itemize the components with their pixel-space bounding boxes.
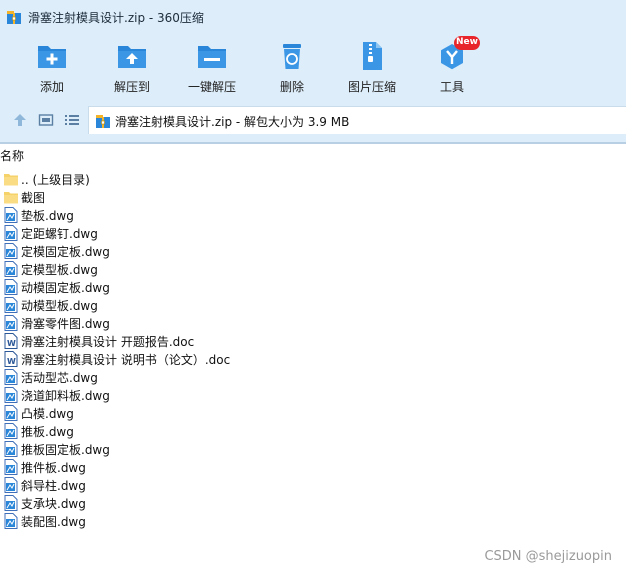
list-item[interactable]: 装配图.dwg	[0, 512, 626, 530]
file-name: 滑塞注射模具设计 开题报告.doc	[21, 335, 195, 349]
folder-icon	[4, 171, 18, 187]
list-item[interactable]: 定模型板.dwg	[0, 260, 626, 278]
list-item[interactable]: .. (上级目录)	[0, 170, 626, 188]
dwg-file-icon	[4, 369, 18, 385]
file-name: 动模固定板.dwg	[21, 281, 110, 295]
file-name: 定模型板.dwg	[21, 263, 98, 277]
file-name: 定模固定板.dwg	[21, 245, 110, 259]
delete-label: 删除	[279, 80, 304, 94]
extract-to-label: 解压到	[113, 80, 150, 94]
file-name: 支承块.dwg	[21, 497, 86, 511]
file-name: 凸模.dwg	[21, 407, 74, 421]
extract-to-button[interactable]: 解压到	[92, 38, 172, 96]
dwg-file-icon	[4, 405, 18, 421]
add-icon	[38, 46, 66, 68]
address-bar: 滑塞注射模具设计.zip - 解包大小为 3.9 MB	[0, 98, 626, 142]
address-field[interactable]: 滑塞注射模具设计.zip - 解包大小为 3.9 MB	[88, 106, 626, 134]
toolbar: 添加 解压到 一键解压 删除 图片压缩 New 工具	[0, 34, 626, 98]
file-name: .. (上级目录)	[21, 173, 90, 187]
file-name: 定距螺钉.dwg	[21, 227, 98, 241]
dwg-file-icon	[4, 225, 18, 241]
file-name: 推板固定板.dwg	[21, 443, 110, 457]
word-document-icon: W	[4, 333, 18, 349]
extract-to-icon	[118, 46, 146, 68]
list-item[interactable]: 凸模.dwg	[0, 404, 626, 422]
one-click-extract-label: 一键解压	[187, 80, 236, 94]
folder-icon	[4, 189, 18, 205]
dwg-file-icon	[4, 261, 18, 277]
word-document-icon: W	[4, 351, 18, 367]
file-name: 滑塞注射模具设计 说明书（论文）.doc	[21, 353, 231, 367]
dwg-file-icon	[4, 279, 18, 295]
image-compress-label: 图片压缩	[347, 80, 396, 94]
list-item[interactable]: 支承块.dwg	[0, 494, 626, 512]
watermark: CSDN @shejizuopin	[484, 549, 612, 564]
list-item[interactable]: 定距螺钉.dwg	[0, 224, 626, 242]
window-title: 滑塞注射模具设计.zip - 360压缩	[28, 11, 204, 25]
file-name: 推件板.dwg	[21, 461, 86, 475]
dwg-file-icon	[4, 243, 18, 259]
list-item[interactable]: 斜导柱.dwg	[0, 476, 626, 494]
one-click-extract-icon	[198, 46, 226, 68]
new-badge: New	[456, 37, 478, 47]
file-name: 活动型芯.dwg	[21, 371, 98, 385]
add-label: 添加	[39, 80, 64, 94]
dwg-file-icon	[4, 441, 18, 457]
dwg-file-icon	[4, 513, 18, 529]
dwg-file-icon	[4, 423, 18, 439]
image-compress-icon	[363, 42, 382, 70]
file-name: 浇道卸料板.dwg	[21, 389, 110, 403]
zip-archive-icon	[96, 115, 110, 128]
file-name: 装配图.dwg	[21, 515, 86, 529]
list-item[interactable]: W 滑塞注射模具设计 开题报告.doc	[0, 332, 626, 350]
column-header-name[interactable]: 名称	[0, 147, 24, 164]
list-item[interactable]: 推板.dwg	[0, 422, 626, 440]
dwg-file-icon	[4, 495, 18, 511]
tools-label: 工具	[439, 80, 464, 94]
file-name: 滑塞零件图.dwg	[21, 317, 110, 331]
svg-text:W: W	[7, 357, 16, 366]
list-item[interactable]: 定模固定板.dwg	[0, 242, 626, 260]
file-list: .. (上级目录) 截图垫板.dwg 定距螺钉.dwg 定模固定板.dwg 定模型板.d…	[0, 170, 626, 530]
list-item[interactable]: 垫板.dwg	[0, 206, 626, 224]
address-text: 滑塞注射模具设计.zip - 解包大小为 3.9 MB	[115, 115, 350, 129]
thumbnail-view-icon[interactable]	[38, 112, 54, 128]
up-arrow-icon[interactable]	[12, 112, 28, 128]
delete-button[interactable]: 删除	[252, 38, 332, 96]
file-name: 垫板.dwg	[21, 209, 74, 223]
dwg-file-icon	[4, 315, 18, 331]
list-item[interactable]: 浇道卸料板.dwg	[0, 386, 626, 404]
file-name: 推板.dwg	[21, 425, 74, 439]
dwg-file-icon	[4, 297, 18, 313]
file-name: 动模型板.dwg	[21, 299, 98, 313]
dwg-file-icon	[4, 477, 18, 493]
list-item[interactable]: 动模固定板.dwg	[0, 278, 626, 296]
image-compress-button[interactable]: 图片压缩	[332, 38, 412, 96]
file-name: 截图	[21, 191, 46, 205]
tools-button[interactable]: New 工具	[412, 36, 492, 96]
list-view-icon[interactable]	[64, 112, 80, 128]
svg-text:W: W	[7, 339, 16, 348]
list-item[interactable]: 滑塞零件图.dwg	[0, 314, 626, 332]
add-button[interactable]: 添加	[12, 38, 92, 96]
zip-archive-icon	[7, 11, 21, 24]
list-item[interactable]: 截图	[0, 188, 626, 206]
list-item[interactable]: 动模型板.dwg	[0, 296, 626, 314]
delete-icon	[283, 44, 301, 69]
dwg-file-icon	[4, 207, 18, 223]
list-item[interactable]: W 滑塞注射模具设计 说明书（论文）.doc	[0, 350, 626, 368]
title-bar: 滑塞注射模具设计.zip - 360压缩	[0, 0, 626, 34]
file-name: 斜导柱.dwg	[21, 479, 86, 493]
one-click-extract-button[interactable]: 一键解压	[172, 38, 252, 96]
list-item[interactable]: 活动型芯.dwg	[0, 368, 626, 386]
list-item[interactable]: 推板固定板.dwg	[0, 440, 626, 458]
dwg-file-icon	[4, 459, 18, 475]
dwg-file-icon	[4, 387, 18, 403]
list-item[interactable]: 推件板.dwg	[0, 458, 626, 476]
divider	[0, 142, 626, 144]
